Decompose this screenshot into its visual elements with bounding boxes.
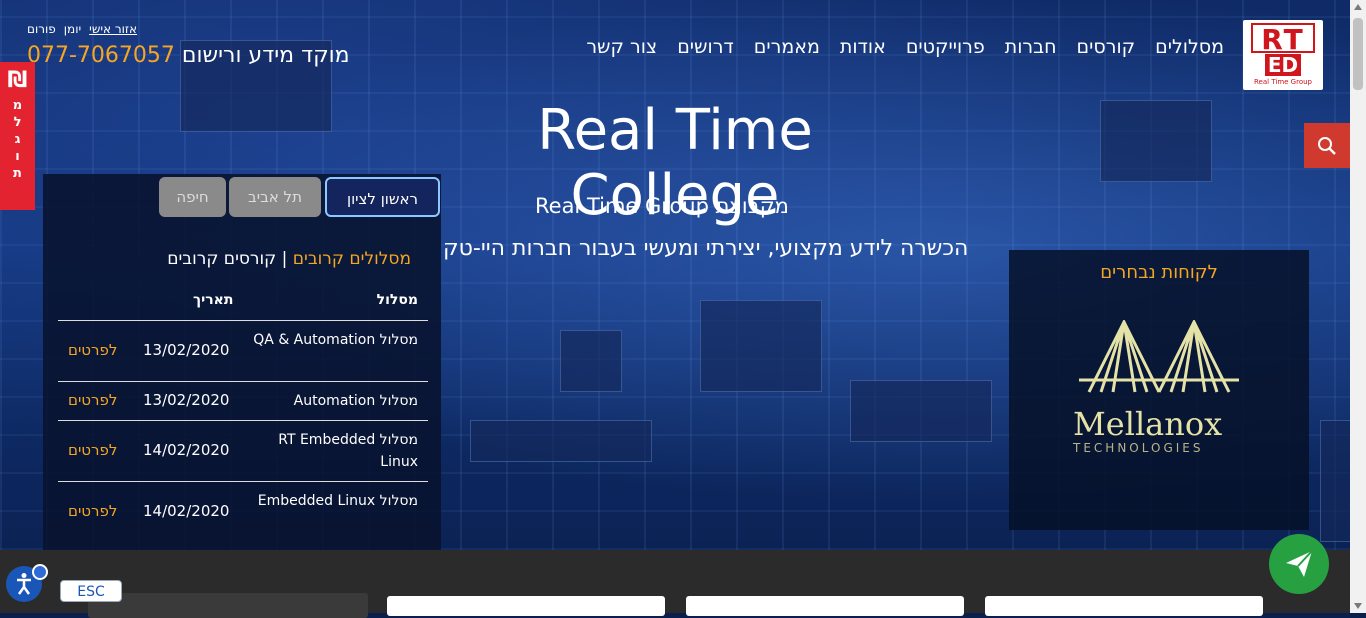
contact-line: 077-7067057 מוקד מידע ורישום <box>27 43 350 68</box>
mellanox-tech: TECHNOLOGIES <box>1073 441 1204 455</box>
row-track-name: מסלול Automation <box>293 393 418 409</box>
col-track: מסלול <box>376 292 418 308</box>
info-card-dark[interactable] <box>88 593 368 618</box>
esc-button[interactable]: ESC <box>60 580 122 602</box>
main-nav: מסלולים קורסים חברות פרוייקטים אודות מאמ… <box>586 36 1224 58</box>
top-links: פורום יומן אזור אישי <box>27 22 137 36</box>
nav-courses[interactable]: קורסים <box>1077 36 1136 58</box>
shekel-icon: ₪ <box>7 68 28 93</box>
donate-tab[interactable]: ₪ מ ל ג ו ת <box>0 62 35 210</box>
row-date: 14/02/2020 <box>143 441 230 459</box>
accessibility-button[interactable] <box>6 564 48 602</box>
paper-plane-icon <box>1286 550 1313 577</box>
clients-heading: לקוחות נבחרים <box>1100 262 1218 283</box>
row-track-name: מסלול QA & Automation <box>253 332 418 348</box>
nav-articles[interactable]: מאמרים <box>754 36 820 58</box>
donate-label: מ ל ג ו ת <box>12 98 23 181</box>
nav-companies[interactable]: חברות <box>1005 36 1057 58</box>
send-message-button[interactable] <box>1269 534 1329 594</box>
accessibility-icon <box>17 573 31 595</box>
row-details-link[interactable]: לפרטים <box>68 391 117 409</box>
hero-subtitle: Real Time Group מקבוצת <box>535 194 789 218</box>
table-header: מסלול תאריך <box>58 284 428 321</box>
site-logo[interactable]: RT ED Real Time Group <box>1243 20 1323 90</box>
personal-area-link[interactable]: אזור אישי <box>89 22 137 36</box>
heading-separator: | <box>276 249 293 269</box>
courses-table: מסלול תאריך מסלול QA & Automation 13/02/… <box>58 284 428 542</box>
col-date: תאריך <box>193 292 234 308</box>
table-row: מסלול RT Embedded Linux 14/02/2020 לפרטי… <box>58 421 428 482</box>
tab-haifa[interactable]: חיפה <box>159 177 226 217</box>
row-track-name: מסלול RT Embedded Linux <box>278 432 418 470</box>
logo-subtitle: Real Time Group <box>1254 78 1312 86</box>
hero-tagline: הכשרה לידע מקצועי, יצירתי ומעשי בעבור חב… <box>443 236 969 261</box>
scroll-up-icon[interactable] <box>1354 4 1362 10</box>
tab-tel-aviv[interactable]: תל אביב <box>229 177 321 217</box>
row-date: 13/02/2020 <box>143 341 230 359</box>
nav-jobs[interactable]: דרושים <box>677 36 734 58</box>
row-details-link[interactable]: לפרטים <box>68 441 117 459</box>
bridge-icon <box>1079 320 1239 393</box>
nav-about[interactable]: אודות <box>840 36 886 58</box>
upcoming-courses-panel: ראשון לציון תל אביב חיפה מסלולים קרובים … <box>43 174 441 550</box>
info-card[interactable] <box>387 596 665 616</box>
upcoming-courses-link[interactable]: קורסים קרובים <box>167 249 276 269</box>
phone-number[interactable]: 077-7067057 <box>27 43 175 68</box>
nav-tracks[interactable]: מסלולים <box>1155 36 1224 58</box>
upcoming-tracks-link[interactable]: מסלולים קרובים <box>293 249 411 269</box>
mellanox-logo[interactable]: Mellanox TECHNOLOGIES <box>1069 320 1249 460</box>
journal-link[interactable]: יומן <box>64 22 81 36</box>
scroll-thumb[interactable] <box>1353 18 1363 90</box>
row-track-name: מסלול Embedded Linux <box>257 493 418 509</box>
search-button[interactable] <box>1304 123 1350 168</box>
table-row: מסלול QA & Automation 13/02/2020 לפרטים <box>58 321 428 382</box>
contact-label: מוקד מידע ורישום <box>181 43 350 68</box>
info-card[interactable] <box>985 596 1263 616</box>
info-card[interactable] <box>686 596 964 616</box>
tab-rishon[interactable]: ראשון לציון <box>325 177 440 217</box>
row-date: 14/02/2020 <box>143 502 230 520</box>
table-row: מסלול Embedded Linux 14/02/2020 לפרטים <box>58 482 428 542</box>
page-scrollbar[interactable] <box>1350 0 1366 613</box>
forum-link[interactable]: פורום <box>27 22 56 36</box>
panel-heading: מסלולים קרובים | קורסים קרובים <box>167 249 411 269</box>
bottom-section <box>0 550 1350 618</box>
nav-contact[interactable]: צור קשר <box>586 36 657 58</box>
mellanox-word: Mellanox <box>1073 405 1223 443</box>
row-details-link[interactable]: לפרטים <box>68 341 117 359</box>
table-row: מסלול Automation 13/02/2020 לפרטים <box>58 382 428 421</box>
row-details-link[interactable]: לפרטים <box>68 502 117 520</box>
featured-clients: לקוחות נבחרים Mellanox TECHNOLOGIES <box>1009 250 1309 530</box>
logo-rt: RT <box>1251 23 1315 55</box>
scroll-down-icon[interactable] <box>1354 603 1362 609</box>
search-icon <box>1318 136 1336 155</box>
check-icon <box>32 564 48 580</box>
row-date: 13/02/2020 <box>143 391 230 409</box>
logo-ed: ED <box>1265 54 1301 76</box>
nav-projects[interactable]: פרוייקטים <box>906 36 985 58</box>
